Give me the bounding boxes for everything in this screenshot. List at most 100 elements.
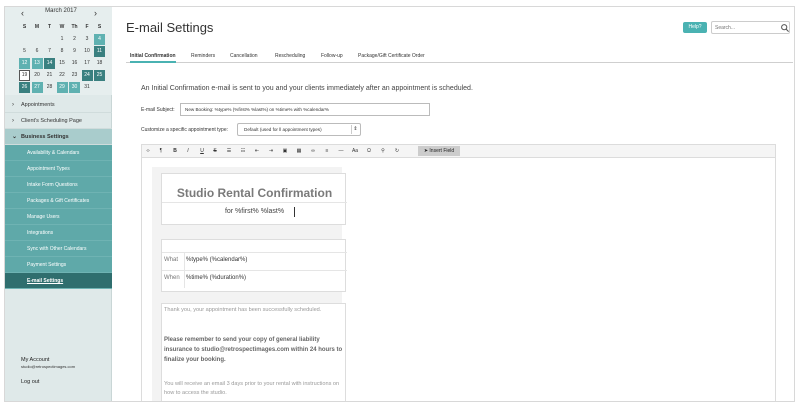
clear-format-icon[interactable]: ↻ [392,146,402,156]
weekday-header: Th [71,24,78,30]
sidebar-item-packages[interactable]: Packages & Gift Certificates [5,193,112,209]
calendar-day[interactable]: 3 [82,34,93,45]
underline-icon[interactable]: U [197,146,207,156]
calendar-day[interactable]: 28 [44,82,55,93]
when-value: %time% (%duration%) [186,275,247,281]
search-icon[interactable] [780,23,790,33]
calendar-day[interactable]: 30 [69,82,80,93]
divider [162,202,347,203]
template-message-block: Thank you, your appointment has been suc… [161,303,346,401]
calendar-day[interactable]: 13 [31,58,43,69]
strikethrough-icon[interactable]: S [210,146,220,156]
sidebar-item-manage-users[interactable]: Manage Users [5,209,112,225]
special-character-icon[interactable]: Ω [364,146,374,156]
tab-package-gift-order[interactable]: Package/Gift Certificate Order [358,50,425,63]
email-body-editor[interactable]: Studio Rental Confirmation for %first% %… [141,158,776,401]
calendar-day[interactable]: 25 [94,70,105,81]
detail-row-when: When %time% (%duration%) [162,270,347,288]
sidebar-item-integrations[interactable]: Integrations [5,225,112,241]
calendar-day[interactable]: 17 [82,58,93,69]
font-size-icon[interactable]: Aa [350,146,360,156]
calendar-day[interactable]: 9 [69,46,80,57]
what-value: %type% (%calendar%) [186,257,248,263]
tab-cancellation[interactable]: Cancellation [230,50,258,63]
intro-text: An Initial Confirmation e-mail is sent t… [141,85,473,92]
search-input[interactable] [715,23,777,33]
bold-icon[interactable]: B [170,146,180,156]
weekday-header: T [47,24,52,30]
table-icon[interactable]: ▦ [294,146,304,156]
sidebar-item-label: Business Settings [21,134,69,140]
numbered-list-icon[interactable]: ☷ [238,146,248,156]
indent-icon[interactable]: ⇥ [266,146,276,156]
calendar-day[interactable]: 29 [56,82,68,93]
sidebar-item-label: Client's Scheduling Page [21,118,82,124]
sidebar-item-intake-form[interactable]: Intake Form Questions [5,177,112,193]
sidebar-item-business-settings[interactable]: ⌄ Business Settings [5,129,112,145]
tab-reminders[interactable]: Reminders [191,50,215,63]
sidebar-item-email-settings[interactable]: E-mail Settings [5,273,112,289]
insert-field-button[interactable]: ➤ Insert Field [418,146,460,156]
sidebar: ‹ March 2017 › S M T W Th F S 1 2 3 4 5 6 7 8 9 10 11 12 13… [5,7,112,401]
calendar-month-label[interactable]: March 2017 [39,8,83,14]
calendar-day[interactable]: 16 [69,58,80,69]
link-icon[interactable]: ∞ [308,146,318,156]
prev-month-icon[interactable]: ‹ [21,8,24,18]
sidebar-item-appointments[interactable]: › Appointments [5,97,112,113]
sidebar-item-client-scheduling-page[interactable]: › Client's Scheduling Page [5,113,112,129]
calendar-day[interactable]: 8 [57,46,68,57]
bullet-list-icon[interactable]: ☰ [224,146,234,156]
calendar-day[interactable]: 26 [19,82,30,93]
calendar-day[interactable]: 7 [44,46,55,57]
calendar-day[interactable]: 19 [19,70,30,81]
calendar-day[interactable]: 27 [31,82,43,93]
divider [184,271,185,288]
horizontal-rule-icon[interactable]: — [336,146,346,156]
image-icon[interactable]: ▣ [280,146,290,156]
calendar-header: ‹ March 2017 › [5,8,112,18]
calendar-day[interactable]: 11 [94,46,105,57]
tab-rescheduling[interactable]: Rescheduling [275,50,305,63]
sidebar-nav: › Appointments › Client's Scheduling Pag… [5,97,112,289]
email-subject-field[interactable]: New Booking: %type% (%first% %last%) on … [180,103,430,116]
template-title: Studio Rental Confirmation [176,186,333,200]
account-title[interactable]: My Account [21,357,111,364]
sidebar-item-availability[interactable]: Availability & Calendars [5,145,112,161]
logout-link[interactable]: Log out [21,379,39,385]
calendar-day[interactable]: 23 [69,70,80,81]
calendar-day[interactable]: 12 [19,58,30,69]
help-button[interactable]: Help? [683,22,707,33]
calendar-day[interactable]: 6 [32,46,43,57]
italic-icon[interactable]: I [183,146,193,156]
calendar-day[interactable]: 31 [82,82,93,93]
tab-follow-up[interactable]: Follow-up [321,50,343,63]
calendar-day[interactable]: 15 [57,58,68,69]
paragraph-icon[interactable]: ¶ [156,146,166,156]
template-details-block: What %type% (%calendar%) When %time% (%d… [161,239,347,292]
tab-initial-confirmation[interactable]: Initial Confirmation [130,50,176,63]
source-code-icon[interactable]: ‹› [143,146,153,156]
calendar-day[interactable]: 2 [69,34,80,45]
outdent-icon[interactable]: ⇤ [252,146,262,156]
my-account[interactable]: My Account studio@retrospectimages.com [21,357,111,370]
calendar-day[interactable]: 18 [94,58,105,69]
sidebar-item-sync-calendars[interactable]: Sync with Other Calendars [5,241,112,257]
sidebar-item-payment-settings[interactable]: Payment Settings [5,257,112,273]
calendar-day[interactable]: 22 [57,70,68,81]
calendar-day[interactable]: 21 [44,70,55,81]
chevron-right-icon: › [12,102,14,108]
text-color-icon[interactable]: ⚲ [378,146,388,156]
calendar-day[interactable]: 20 [32,70,43,81]
calendar-day[interactable]: 4 [94,34,105,45]
calendar-day[interactable]: 24 [81,70,93,81]
next-month-icon[interactable]: › [94,8,97,18]
calendar-day[interactable]: 1 [57,34,68,45]
calendar-day[interactable]: 14 [44,58,55,69]
align-icon[interactable]: ≡ [322,146,332,156]
calendar-day[interactable]: 10 [82,46,93,57]
insurance-reminder-text: Please remember to send your copy of gen… [164,337,343,363]
chevron-right-icon: › [12,118,14,124]
appointment-type-select[interactable]: Default (used for ll appointment types) … [237,123,361,136]
sidebar-item-appointment-types[interactable]: Appointment Types [5,161,112,177]
calendar-day[interactable]: 5 [19,46,30,57]
